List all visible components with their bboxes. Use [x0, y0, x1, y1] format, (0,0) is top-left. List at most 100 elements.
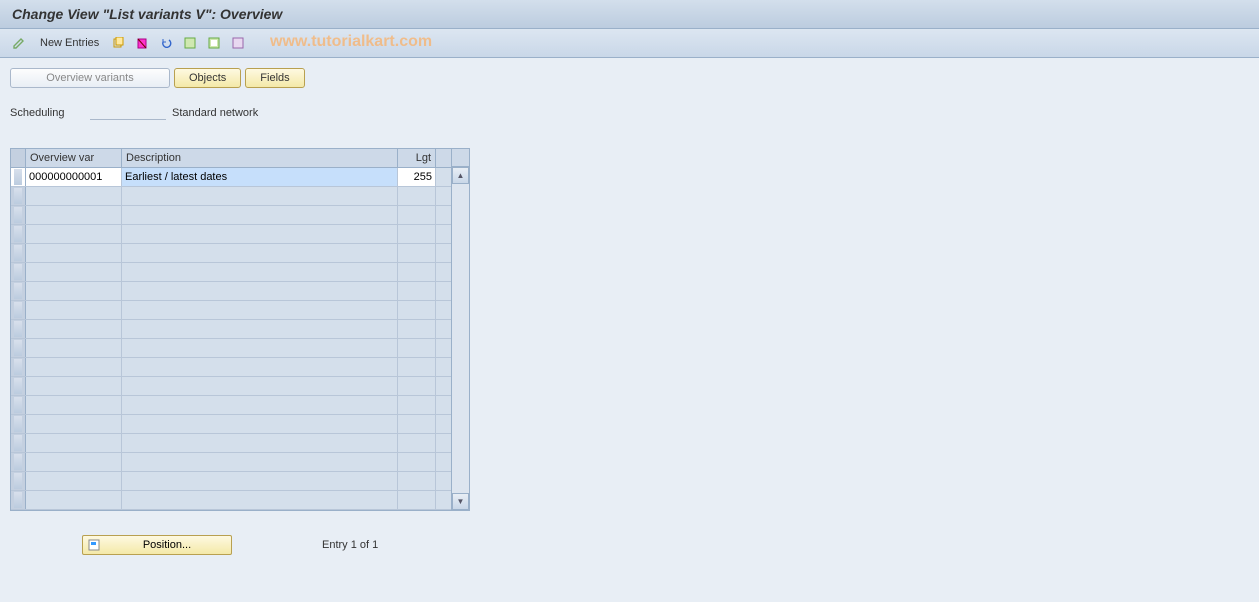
cell-overview-var[interactable]: [26, 339, 122, 357]
table-row[interactable]: [11, 339, 451, 358]
row-selector[interactable]: [11, 244, 26, 262]
cell-overview-var[interactable]: [26, 396, 122, 414]
table-row[interactable]: [11, 472, 451, 491]
cell-description[interactable]: [122, 453, 398, 471]
row-selector[interactable]: [11, 377, 26, 395]
cell-description[interactable]: [122, 415, 398, 433]
cell-lgt[interactable]: [398, 491, 436, 509]
cell-lgt[interactable]: [398, 453, 436, 471]
tab-objects[interactable]: Objects: [174, 68, 241, 88]
cell-description[interactable]: [122, 491, 398, 509]
scheduling-input[interactable]: [90, 106, 166, 120]
table-row[interactable]: [11, 244, 451, 263]
table-row[interactable]: [11, 415, 451, 434]
row-selector[interactable]: [11, 358, 26, 376]
cell-description[interactable]: [122, 339, 398, 357]
cell-overview-var[interactable]: [26, 472, 122, 490]
table-row[interactable]: [11, 358, 451, 377]
table-row[interactable]: [11, 320, 451, 339]
scroll-track[interactable]: [452, 184, 469, 493]
vertical-scrollbar[interactable]: ▲ ▼: [451, 149, 469, 510]
table-row[interactable]: 000000000001Earliest / latest dates255: [11, 168, 451, 187]
cell-overview-var[interactable]: [26, 263, 122, 281]
select-block-icon[interactable]: [203, 33, 225, 53]
cell-description[interactable]: [122, 358, 398, 376]
cell-overview-var[interactable]: [26, 358, 122, 376]
row-selector[interactable]: [11, 415, 26, 433]
cell-lgt[interactable]: [398, 434, 436, 452]
row-selector[interactable]: [11, 301, 26, 319]
row-selector[interactable]: [11, 434, 26, 452]
scroll-up-icon[interactable]: ▲: [452, 167, 469, 184]
cell-description[interactable]: [122, 225, 398, 243]
cell-lgt[interactable]: [398, 415, 436, 433]
tab-overview-variants[interactable]: Overview variants: [10, 68, 170, 88]
row-selector[interactable]: [11, 263, 26, 281]
delete-icon[interactable]: [131, 33, 153, 53]
cell-overview-var[interactable]: [26, 282, 122, 300]
scroll-down-icon[interactable]: ▼: [452, 493, 469, 510]
cell-lgt[interactable]: [398, 263, 436, 281]
table-row[interactable]: [11, 187, 451, 206]
table-row[interactable]: [11, 434, 451, 453]
row-selector[interactable]: [11, 168, 26, 186]
cell-lgt[interactable]: [398, 206, 436, 224]
row-selector[interactable]: [11, 396, 26, 414]
table-row[interactable]: [11, 301, 451, 320]
col-header-description[interactable]: Description: [122, 149, 398, 167]
cell-overview-var[interactable]: [26, 301, 122, 319]
deselect-all-icon[interactable]: [227, 33, 249, 53]
row-selector[interactable]: [11, 187, 26, 205]
cell-lgt[interactable]: [398, 472, 436, 490]
table-row[interactable]: [11, 206, 451, 225]
row-selector[interactable]: [11, 339, 26, 357]
select-all-header[interactable]: [11, 149, 26, 167]
cell-description[interactable]: [122, 396, 398, 414]
cell-description[interactable]: Earliest / latest dates: [122, 168, 398, 186]
row-selector[interactable]: [11, 472, 26, 490]
cell-overview-var[interactable]: [26, 187, 122, 205]
cell-overview-var[interactable]: [26, 244, 122, 262]
new-entries-button[interactable]: New Entries: [34, 35, 105, 51]
col-header-lgt[interactable]: Lgt: [398, 149, 436, 167]
cell-description[interactable]: [122, 377, 398, 395]
cell-overview-var[interactable]: [26, 206, 122, 224]
table-row[interactable]: [11, 453, 451, 472]
cell-overview-var[interactable]: [26, 415, 122, 433]
table-row[interactable]: [11, 225, 451, 244]
cell-lgt[interactable]: [398, 339, 436, 357]
cell-overview-var[interactable]: [26, 491, 122, 509]
cell-overview-var[interactable]: [26, 434, 122, 452]
cell-lgt[interactable]: [398, 244, 436, 262]
cell-description[interactable]: [122, 206, 398, 224]
cell-lgt[interactable]: [398, 377, 436, 395]
table-row[interactable]: [11, 491, 451, 510]
cell-overview-var[interactable]: 000000000001: [26, 168, 122, 186]
cell-overview-var[interactable]: [26, 453, 122, 471]
table-row[interactable]: [11, 282, 451, 301]
cell-lgt[interactable]: [398, 396, 436, 414]
table-row[interactable]: [11, 396, 451, 415]
col-header-overview-var[interactable]: Overview var: [26, 149, 122, 167]
cell-overview-var[interactable]: [26, 225, 122, 243]
table-row[interactable]: [11, 377, 451, 396]
position-button[interactable]: Position...: [82, 535, 232, 555]
cell-description[interactable]: [122, 187, 398, 205]
copy-icon[interactable]: [107, 33, 129, 53]
cell-description[interactable]: [122, 244, 398, 262]
cell-description[interactable]: [122, 472, 398, 490]
cell-description[interactable]: [122, 282, 398, 300]
cell-overview-var[interactable]: [26, 320, 122, 338]
row-selector[interactable]: [11, 453, 26, 471]
row-selector[interactable]: [11, 320, 26, 338]
cell-lgt[interactable]: [398, 320, 436, 338]
tab-fields[interactable]: Fields: [245, 68, 304, 88]
cell-description[interactable]: [122, 320, 398, 338]
cell-description[interactable]: [122, 263, 398, 281]
cell-lgt[interactable]: [398, 187, 436, 205]
cell-lgt[interactable]: [398, 282, 436, 300]
cell-description[interactable]: [122, 301, 398, 319]
cell-lgt[interactable]: [398, 301, 436, 319]
pencil-icon[interactable]: [8, 33, 30, 53]
cell-overview-var[interactable]: [26, 377, 122, 395]
